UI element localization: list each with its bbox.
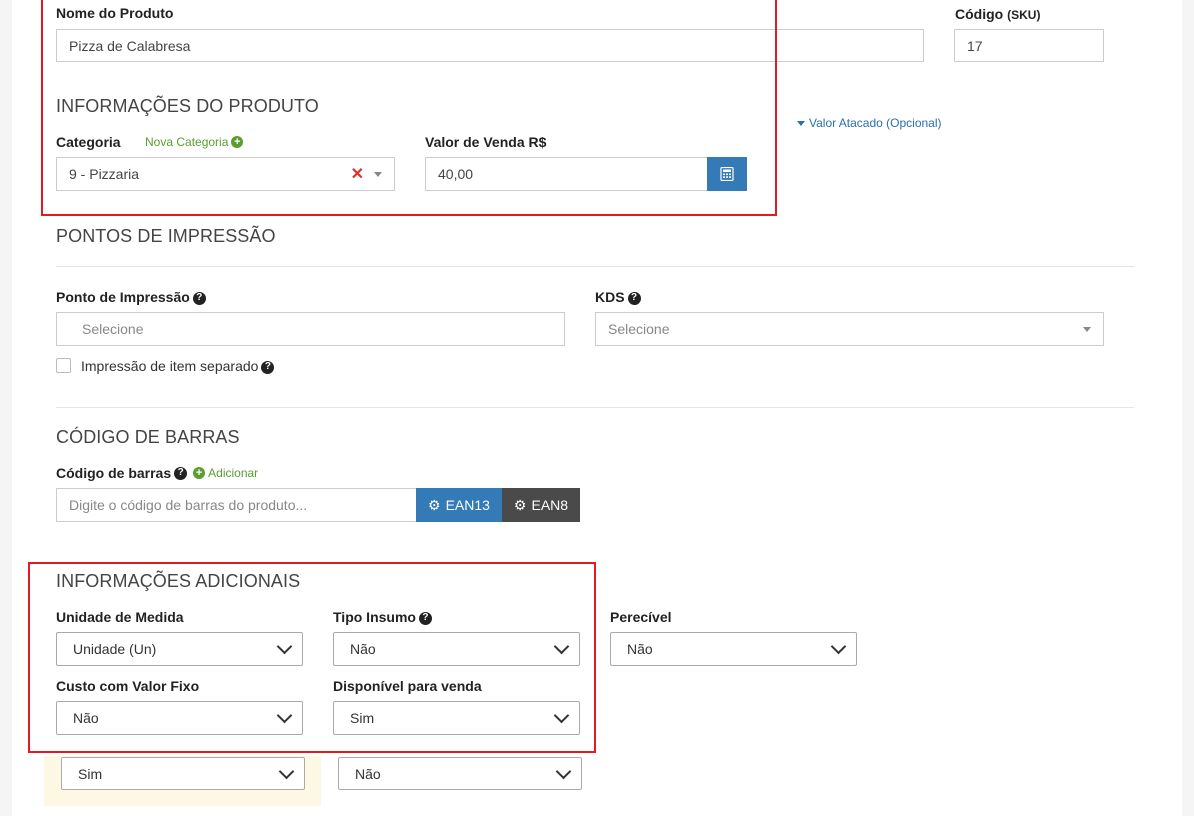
plus-circle-icon: + (193, 467, 206, 479)
print-point-placeholder: Selecione (82, 321, 144, 337)
kds-placeholder: Selecione (608, 321, 670, 337)
wholesale-link-text: Valor Atacado (Opcional) (809, 116, 942, 130)
question-circle-icon[interactable]: ? (192, 291, 206, 305)
chevron-down-icon (830, 638, 847, 655)
barcode-placeholder: Digite o código de barras do produto... (69, 497, 308, 513)
sku-label-sub: (SKU) (1007, 8, 1041, 22)
caret-down-icon (797, 120, 805, 126)
sku-input[interactable]: 17 (954, 29, 1104, 62)
separate-print-checkbox[interactable] (56, 358, 71, 373)
wholesale-link[interactable]: Valor Atacado (Opcional) (797, 116, 942, 130)
sku-label: Código (SKU) (955, 6, 1040, 22)
extra-select-1-value: Sim (78, 765, 103, 782)
add-barcode-text: Adicionar (208, 466, 259, 480)
ean13-button[interactable]: ⚙ EAN13 (416, 488, 502, 522)
kds-label-text: KDS (595, 289, 625, 305)
print-point-select[interactable]: Selecione (56, 312, 565, 346)
ean13-label: EAN13 (445, 497, 490, 513)
question-circle-icon[interactable]: ? (627, 291, 641, 305)
barcode-input[interactable]: Digite o código de barras do produto... (56, 488, 417, 522)
highlight-box-additional (28, 562, 596, 753)
barcode-label: Código de barras? + Adicionar (56, 465, 258, 481)
kds-label: KDS? (595, 289, 641, 305)
question-circle-icon[interactable]: ? (261, 360, 275, 374)
ean8-label: EAN8 (531, 497, 569, 513)
gear-icon: ⚙ (513, 496, 527, 513)
sku-value: 17 (967, 37, 983, 54)
perishable-label: Perecível (610, 609, 672, 625)
extra-select-2-value: Não (355, 765, 381, 782)
separate-print-label-text: Impressão de item separado (81, 358, 259, 374)
print-point-label: Ponto de Impressão? (56, 289, 206, 305)
separate-print-label: Impressão de item separado? (81, 358, 275, 374)
chevron-down-icon (555, 763, 572, 779)
highlight-box-product (41, 0, 777, 216)
extra-select-1[interactable]: Sim (61, 757, 305, 790)
chevron-down-icon (278, 763, 295, 779)
question-circle-icon[interactable]: ? (174, 466, 188, 480)
sku-label-text: Código (955, 6, 1004, 22)
barcode-label-text: Código de barras (56, 465, 172, 481)
print-points-title: PONTOS DE IMPRESSÃO (56, 226, 276, 246)
add-barcode-link[interactable]: + Adicionar (193, 466, 258, 480)
barcode-title: CÓDIGO DE BARRAS (56, 427, 240, 447)
extra-select-2[interactable]: Não (338, 757, 582, 790)
gear-icon: ⚙ (428, 496, 441, 513)
perishable-select[interactable]: Não (610, 632, 857, 666)
print-point-label-text: Ponto de Impressão (56, 289, 190, 305)
divider (56, 407, 1134, 408)
ean8-button[interactable]: ⚙ EAN8 (502, 488, 580, 522)
kds-select[interactable]: Selecione (595, 312, 1104, 346)
caret-down-icon (1083, 326, 1091, 332)
divider (56, 266, 1134, 267)
perishable-value: Não (627, 641, 653, 657)
